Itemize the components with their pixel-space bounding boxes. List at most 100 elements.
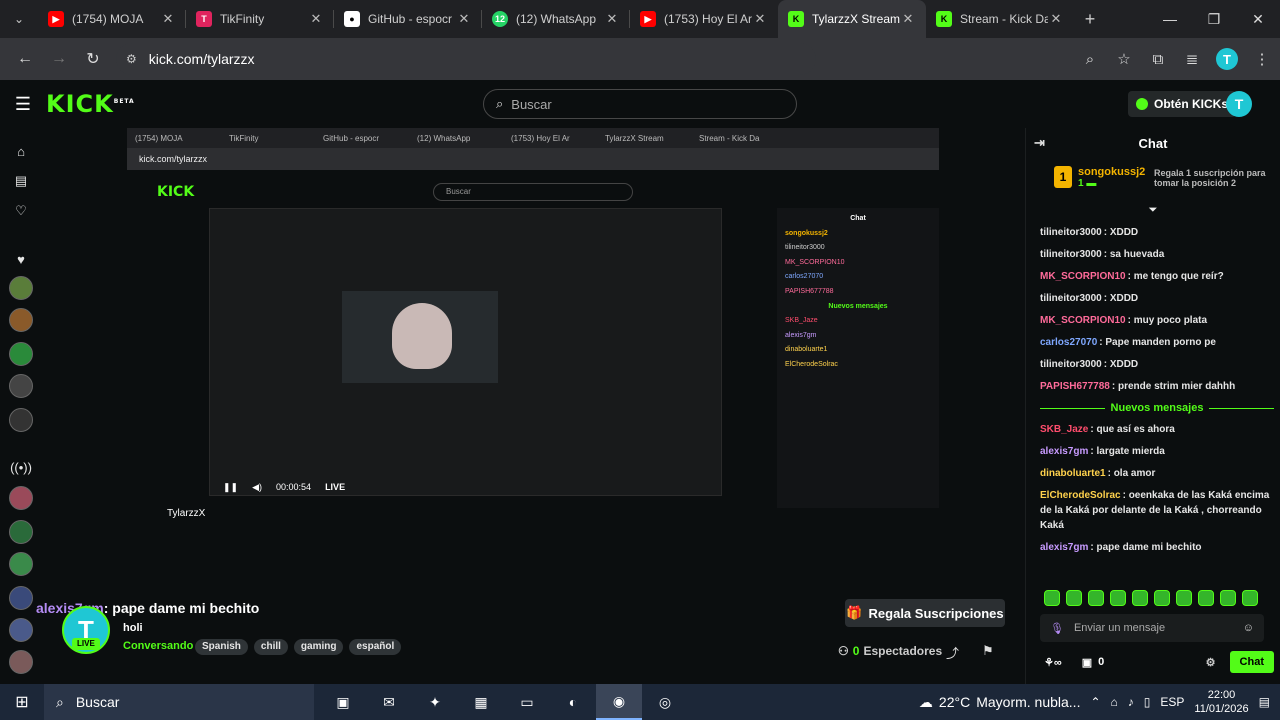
channel-avatar[interactable] xyxy=(9,308,33,332)
bookmark-star-icon[interactable]: ☆ xyxy=(1114,50,1134,68)
chevron-up-icon[interactable]: ⌃ xyxy=(1090,695,1100,709)
url-text[interactable]: kick.com/tylarzzx xyxy=(149,51,255,67)
pinned-username[interactable]: songokussj2 xyxy=(1078,166,1145,178)
tab-github[interactable]: ● GitHub - espocr ✕ xyxy=(334,0,482,38)
channel-avatar[interactable] xyxy=(9,618,33,642)
emote-icon[interactable] xyxy=(1088,590,1104,606)
menu-icon[interactable]: ⋮ xyxy=(1252,50,1272,68)
weather-widget[interactable]: ☁ 22°C Mayorm. nubla... xyxy=(919,694,1081,711)
share-icon[interactable]: ⤴ xyxy=(946,643,959,662)
following-icon[interactable]: ♡ xyxy=(10,200,32,222)
new-tab-button[interactable]: + xyxy=(1074,9,1106,30)
windows-start-icon[interactable]: ⊞ xyxy=(0,692,44,712)
profile-avatar[interactable]: T xyxy=(1216,48,1238,70)
media-control-icon[interactable]: ≣ xyxy=(1182,50,1202,68)
emote-icon[interactable] xyxy=(1198,590,1214,606)
edge-icon[interactable]: ◐ xyxy=(550,684,596,720)
emote-icon[interactable] xyxy=(1176,590,1192,606)
chest-icon[interactable]: ▣ xyxy=(1082,656,1092,669)
emote-icon[interactable] xyxy=(1110,590,1126,606)
battery-icon[interactable]: ▯ xyxy=(1144,695,1151,709)
channel-avatar[interactable] xyxy=(9,276,33,300)
maximize-icon[interactable]: ❐ xyxy=(1192,11,1236,28)
channel-avatar[interactable] xyxy=(9,408,33,432)
tag-gaming[interactable]: gaming xyxy=(293,639,344,655)
close-icon[interactable]: ✕ xyxy=(456,11,472,27)
kick-logo[interactable]: KICKBETA xyxy=(46,90,135,118)
close-icon[interactable]: ✕ xyxy=(308,11,324,27)
user-avatar[interactable]: T xyxy=(1226,91,1252,117)
obs-icon[interactable]: ◎ xyxy=(642,684,688,720)
emoji-picker-icon[interactable]: ☺ xyxy=(1243,622,1254,634)
get-kicks-button[interactable]: Obtén KICKs xyxy=(1128,91,1237,117)
search-input[interactable]: ⌕ Buscar xyxy=(483,89,797,119)
tab-kick-dashboard[interactable]: K Stream - Kick Da ✕ xyxy=(926,0,1074,38)
stream-video-player[interactable]: (1754) MOJA TikFinity GitHub - espocr (1… xyxy=(127,128,939,584)
channel-avatar[interactable] xyxy=(9,486,33,510)
emote-icon[interactable] xyxy=(1242,590,1258,606)
channel-avatar[interactable] xyxy=(9,552,33,576)
emote-icon[interactable] xyxy=(1220,590,1236,606)
home-icon[interactable]: ⌂ xyxy=(10,140,32,162)
volume-icon[interactable]: ♪ xyxy=(1128,695,1134,709)
chat-message-input[interactable]: 🎙 Enviar un mensaje ☺ xyxy=(1040,614,1264,642)
microphone-icon[interactable]: 🎙 xyxy=(1050,622,1064,635)
tag-espanol[interactable]: español xyxy=(349,639,402,655)
back-icon[interactable]: ← xyxy=(8,50,42,68)
language-indicator[interactable]: ESP xyxy=(1160,695,1184,709)
emote-icon[interactable] xyxy=(1154,590,1170,606)
tag-chill[interactable]: chill xyxy=(253,639,288,655)
tab-youtube-1[interactable]: ▶ (1754) MOJA ✕ xyxy=(38,0,186,38)
clock[interactable]: 22:00 11/01/2026 xyxy=(1194,688,1248,716)
tab-youtube-2[interactable]: ▶ (1753) Hoy El Ar ✕ xyxy=(630,0,778,38)
tag-spanish[interactable]: Spanish xyxy=(195,639,248,655)
channel-avatar[interactable] xyxy=(9,586,33,610)
tab-tylarzzx-stream[interactable]: K TylarzzX Stream ✕ xyxy=(778,0,926,38)
channel-avatar[interactable] xyxy=(9,520,33,544)
stream-category[interactable]: Conversando xyxy=(123,640,193,652)
file-explorer-icon[interactable]: ▭ xyxy=(504,684,550,720)
expand-pinned-icon[interactable]: ⏷ xyxy=(1026,204,1280,218)
address-bar[interactable]: ⚙ kick.com/tylarzzx xyxy=(116,43,816,75)
browse-icon[interactable]: ▤ xyxy=(10,170,32,192)
extensions-icon[interactable]: ⧉ xyxy=(1148,51,1168,68)
followed-heart-icon[interactable]: ♥ xyxy=(10,248,32,270)
close-window-icon[interactable]: ✕ xyxy=(1236,11,1280,28)
emote-icon[interactable] xyxy=(1132,590,1148,606)
tab-search-icon[interactable]: ⌄ xyxy=(0,0,38,38)
send-chat-button[interactable]: Chat xyxy=(1229,651,1274,673)
close-icon[interactable]: ✕ xyxy=(160,11,176,27)
outlook-icon[interactable]: ✉ xyxy=(366,684,412,720)
taskbar-search[interactable]: ⌕ Buscar xyxy=(44,684,314,720)
store-icon[interactable]: ▦ xyxy=(458,684,504,720)
tab-whatsapp[interactable]: 12 (12) WhatsApp ✕ xyxy=(482,0,630,38)
channel-avatar[interactable] xyxy=(9,342,33,366)
channel-avatar[interactable] xyxy=(9,650,33,674)
forward-icon[interactable]: → xyxy=(42,50,76,68)
emote-icon[interactable] xyxy=(1044,590,1060,606)
chrome-icon[interactable]: ◉ xyxy=(596,684,642,720)
emote-icon[interactable] xyxy=(1066,590,1082,606)
moderation-icon[interactable]: ⚑ xyxy=(982,643,994,659)
menu-hamburger-icon[interactable]: ☰ xyxy=(0,94,46,115)
points-icon[interactable]: ⚘∞ xyxy=(1044,656,1062,669)
copilot-icon[interactable]: ✦ xyxy=(412,684,458,720)
close-icon[interactable]: ✕ xyxy=(752,11,768,27)
tab-tikfinity[interactable]: T TikFinity ✕ xyxy=(186,0,334,38)
notifications-icon[interactable]: ▤ xyxy=(1259,695,1270,709)
gift-subscriptions-button[interactable]: 🎁 Regala Suscripciones xyxy=(845,599,1005,627)
close-icon[interactable]: ✕ xyxy=(1048,11,1064,27)
minimize-icon[interactable]: — xyxy=(1148,11,1192,28)
search-icon: ⌕ xyxy=(56,693,64,710)
zoom-icon[interactable]: ⌕ xyxy=(1080,51,1100,68)
close-icon[interactable]: ✕ xyxy=(604,11,620,27)
network-icon[interactable]: ⌂ xyxy=(1111,695,1118,709)
reload-icon[interactable]: ↻ xyxy=(76,49,110,69)
channel-avatar[interactable] xyxy=(9,374,33,398)
collapse-chat-icon[interactable]: ⇥ xyxy=(1034,135,1045,151)
live-radio-icon[interactable]: ((•)) xyxy=(10,456,32,478)
close-icon[interactable]: ✕ xyxy=(900,11,916,27)
chat-settings-icon[interactable]: ⚙ xyxy=(1206,656,1216,669)
site-info-icon[interactable]: ⚙ xyxy=(126,52,137,66)
task-view-icon[interactable]: ▣ xyxy=(320,684,366,720)
